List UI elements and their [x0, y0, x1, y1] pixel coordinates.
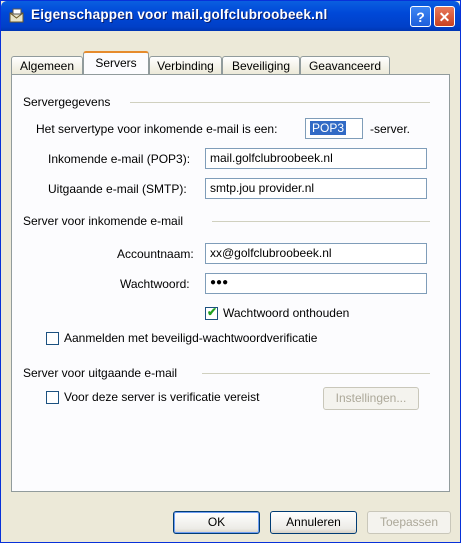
server-type-suffix: -server.: [370, 122, 411, 136]
server-type-field: POP3: [305, 118, 363, 139]
outgoing-mail-input[interactable]: smtp.jou provider.nl: [205, 178, 427, 199]
window-title: Eigenschappen voor mail.golfclubroobeek.…: [31, 7, 328, 22]
ok-button[interactable]: OK: [173, 511, 260, 534]
group-divider: [202, 373, 430, 374]
mail-account-icon: [9, 8, 24, 23]
outgoing-server-group-title: Server voor uitgaande e-mail: [23, 366, 178, 380]
group-divider: [130, 102, 430, 103]
apply-button[interactable]: Toepassen: [367, 511, 451, 534]
close-button[interactable]: ✕: [434, 6, 455, 27]
help-button[interactable]: ?: [410, 6, 431, 27]
checkmark-icon: ✔: [207, 305, 218, 319]
account-name-input[interactable]: xx@golfclubroobeek.nl: [205, 243, 427, 264]
tab-beveiliging[interactable]: Beveiliging: [222, 56, 300, 74]
tab-servers[interactable]: Servers: [83, 51, 149, 74]
tab-algemeen[interactable]: Algemeen: [11, 56, 83, 74]
password-label: Wachtwoord:: [120, 277, 190, 291]
group-divider: [212, 221, 430, 222]
remember-password-checkbox[interactable]: ✔: [205, 305, 218, 320]
server-info-group-title: Servergegevens: [23, 95, 111, 109]
server-type-value: POP3: [310, 121, 347, 135]
smtp-auth-label[interactable]: Voor deze server is verificatie vereist: [64, 390, 259, 404]
outgoing-mail-label: Uitgaande e-mail (SMTP):: [48, 182, 187, 196]
tab-geavanceerd[interactable]: Geavanceerd: [300, 56, 390, 74]
spa-label[interactable]: Aanmelden met beveiligd-wachtwoordverifi…: [64, 331, 317, 345]
server-type-label: Het servertype voor inkomende e-mail is …: [36, 122, 278, 136]
incoming-server-group-title: Server voor inkomende e-mail: [23, 214, 184, 228]
password-input[interactable]: ●●●: [205, 273, 427, 294]
properties-dialog: Eigenschappen voor mail.golfclubroobeek.…: [0, 0, 461, 543]
remember-password-label[interactable]: Wachtwoord onthouden: [223, 306, 349, 320]
tab-verbinding[interactable]: Verbinding: [149, 56, 222, 74]
servers-panel: Servergegevens Het servertype voor inkom…: [11, 74, 450, 492]
incoming-mail-input[interactable]: mail.golfclubroobeek.nl: [205, 148, 427, 169]
title-bar[interactable]: Eigenschappen voor mail.golfclubroobeek.…: [1, 1, 460, 31]
cancel-button[interactable]: Annuleren: [270, 511, 357, 534]
account-name-label: Accountnaam:: [117, 247, 194, 261]
spa-checkbox[interactable]: [46, 332, 59, 345]
incoming-mail-label: Inkomende e-mail (POP3):: [48, 152, 191, 166]
settings-button[interactable]: Instellingen...: [323, 387, 419, 410]
smtp-auth-checkbox[interactable]: [46, 391, 59, 404]
